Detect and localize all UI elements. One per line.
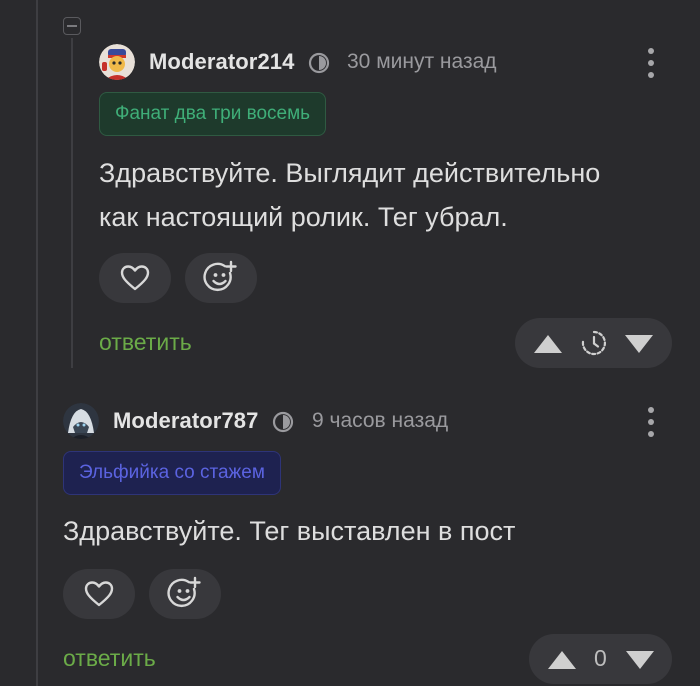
reply-button[interactable]: ответить [99,329,192,356]
avatar[interactable] [63,403,99,439]
user-badge: Эльфийка со стажем [63,451,281,495]
vote-control: 0 [529,634,672,684]
user-badge: Фанат два три восемь [99,92,327,136]
upvote-icon[interactable] [546,649,578,671]
comment-text-line-1: Здравствуйте. Выглядит действительно [99,158,601,188]
like-button[interactable] [99,253,171,303]
collapse-icon[interactable] [63,17,81,35]
upvote-icon[interactable] [532,333,564,355]
username[interactable]: Moderator787 [113,408,258,434]
moderator-icon [308,52,330,74]
reply-button[interactable]: ответить [63,645,156,672]
vote-control [515,318,672,368]
avatar[interactable] [99,44,135,80]
username[interactable]: Moderator214 [149,49,294,75]
like-button[interactable] [63,569,135,619]
heart-icon [84,581,114,607]
heart-icon [120,265,150,291]
add-emoji-icon [167,576,201,608]
timestamp: 9 часов назад [312,409,449,432]
downvote-icon[interactable] [623,333,655,355]
comment-text-line-2: как настоящий ролик. Тег убрал. [99,202,508,232]
more-options-icon[interactable] [646,48,656,78]
rating-value: 0 [594,645,607,671]
more-options-icon[interactable] [646,407,656,437]
moderator-icon [272,411,294,433]
thread-line-inner[interactable] [71,38,73,368]
add-emoji-icon [203,260,237,292]
comment-text-line-1: Здравствуйте. Тег выставлен в пост [63,516,516,546]
add-reaction-button[interactable] [185,253,257,303]
timestamp: 30 минут назад [347,50,497,73]
timer-icon [581,330,606,356]
downvote-icon[interactable] [624,649,656,671]
add-reaction-button[interactable] [149,569,221,619]
thread-line-outer [36,0,38,686]
